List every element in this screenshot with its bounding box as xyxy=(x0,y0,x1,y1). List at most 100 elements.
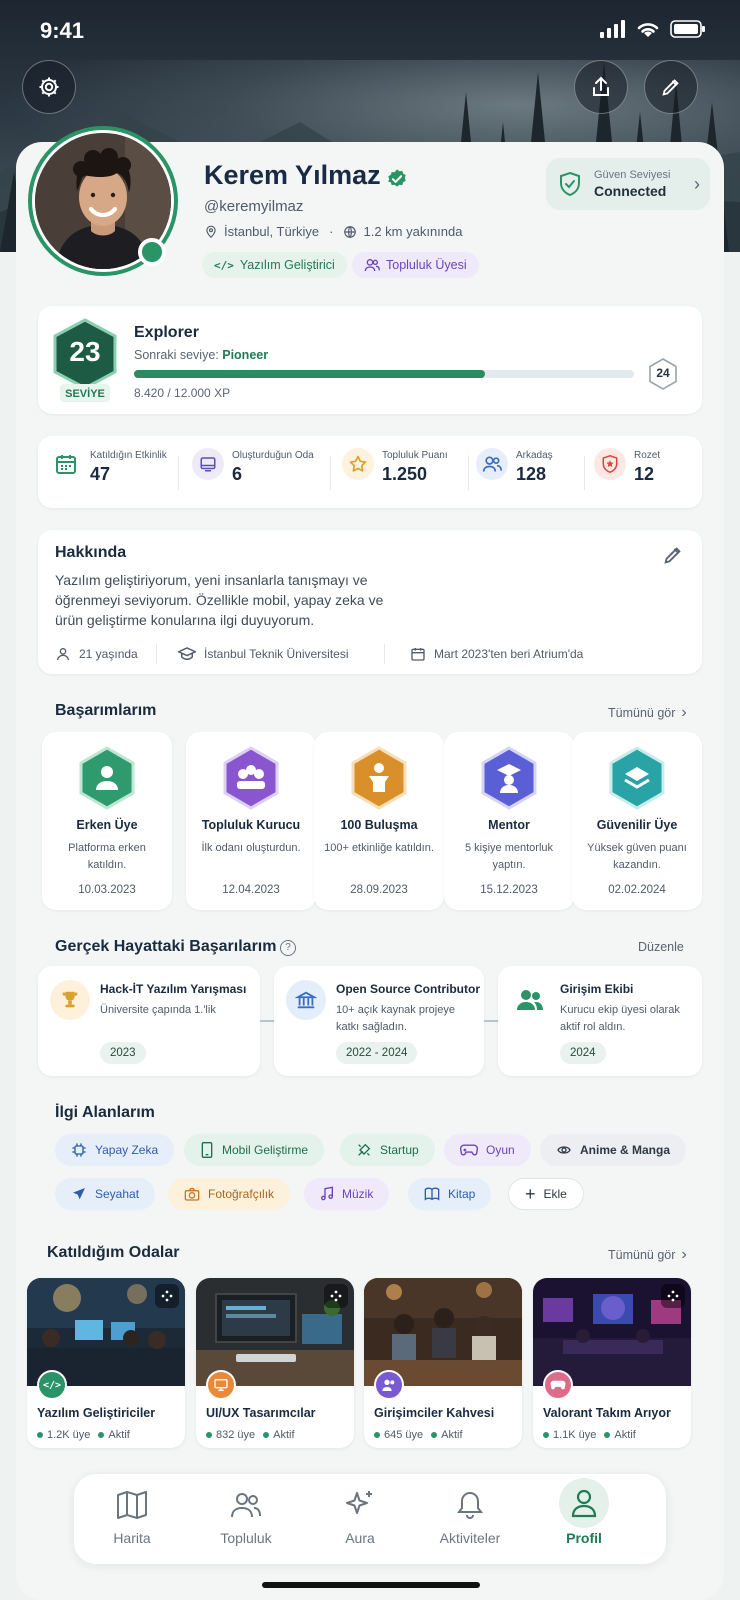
nav-tab-profile[interactable]: Profil xyxy=(534,1478,634,1546)
meta-divider xyxy=(156,644,157,664)
more-icon[interactable] xyxy=(661,1284,685,1308)
achievement-desc: 100+ etkinliğe katıldın. xyxy=(324,842,434,854)
interests-title: İlgi Alanlarım xyxy=(55,1104,155,1121)
interest-tag[interactable]: Müzik xyxy=(304,1178,390,1210)
interest-tag[interactable]: Fotoğrafçılık xyxy=(168,1178,291,1210)
map-icon xyxy=(117,1491,147,1519)
real-life-item-desc: Kurucu ekip üyesi olarak aktif rol aldın… xyxy=(560,1004,680,1033)
real-life-item-year: 2023 xyxy=(100,1042,146,1064)
chip-developer[interactable]: </> Yazılım Geliştirici xyxy=(202,252,347,278)
achievement-community-founder[interactable]: Topluluk Kurucu İlk odanı oluşturdun. 12… xyxy=(186,732,316,910)
location-text: İstanbul, Türkiye xyxy=(224,224,320,239)
interest-tag[interactable]: Oyun xyxy=(444,1134,531,1166)
xp-progress-fill xyxy=(134,370,485,378)
timeline-connector xyxy=(260,1020,274,1022)
calendar-icon xyxy=(50,448,82,480)
settings-button[interactable] xyxy=(22,60,76,114)
stat-label: Rozet xyxy=(634,450,661,461)
trust-value: Connected xyxy=(594,183,667,199)
room-card[interactable]: </> Yazılım Geliştiriciler 1.2K üye Aktif xyxy=(27,1278,185,1448)
wifi-icon xyxy=(637,23,659,37)
nav-label: Harita xyxy=(113,1530,151,1546)
achievement-desc: Yüksek güven puanı kazandın. xyxy=(587,842,687,871)
interest-tag[interactable]: Seyahat xyxy=(55,1178,156,1210)
interest-label: Mobil Geliştirme xyxy=(222,1143,309,1157)
gamepad-badge-icon xyxy=(543,1370,573,1400)
trust-level-card[interactable]: Güven Seviyesi Connected › xyxy=(546,158,710,210)
friends-icon xyxy=(476,448,508,480)
nav-tab-activities[interactable]: Aktiviteler xyxy=(420,1484,520,1546)
interest-tag[interactable]: Yapay Zeka xyxy=(55,1134,175,1166)
calendar-small-icon xyxy=(411,648,425,661)
profile-icon xyxy=(571,1489,597,1518)
achievement-mentor[interactable]: Mentor 5 kişiye mentorluk yaptın. 15.12.… xyxy=(444,732,574,910)
early-member-icon xyxy=(79,746,135,810)
see-all-label: Tümünü gör xyxy=(608,706,676,720)
nav-tab-community[interactable]: Topluluk xyxy=(196,1484,296,1546)
location-row: İstanbul, Türkiye · 1.2 km yakınında xyxy=(204,224,462,239)
stat-rooms[interactable]: Oluşturduğun Oda 6 xyxy=(192,448,314,485)
interest-tag[interactable]: Kitap xyxy=(408,1178,492,1210)
profile-name: Kerem Yılmaz xyxy=(204,160,381,190)
stat-badges[interactable]: Rozet 12 xyxy=(594,448,660,485)
distance-text: 1.2 km yakınında xyxy=(363,224,463,239)
book-icon xyxy=(424,1187,440,1201)
room-card[interactable]: Girişimciler Kahvesi 645 üye Aktif xyxy=(364,1278,522,1448)
meta-divider xyxy=(384,644,385,664)
room-card[interactable]: UI/UX Tasarımcılar 832 üye Aktif xyxy=(196,1278,354,1448)
room-card[interactable]: Valorant Takım Arıyor 1.1K üye Aktif xyxy=(533,1278,691,1448)
stat-events[interactable]: Katıldığın Etkinlik 47 xyxy=(50,448,167,485)
achievement-100-meetups[interactable]: 100 Buluşma 100+ etkinliğe katıldın. 28.… xyxy=(314,732,444,910)
chevron-right-icon: › xyxy=(694,173,700,194)
bank-icon xyxy=(286,980,326,1020)
person-icon xyxy=(57,648,69,661)
nav-label: Topluluk xyxy=(220,1530,272,1546)
stat-value: 1.250 xyxy=(382,464,428,484)
achievement-desc: İlk odanı oluşturdun. xyxy=(201,842,301,854)
since-text: Mart 2023'ten beri Atrium'da xyxy=(434,647,584,661)
real-life-item-title: Hack-İT Yazılım Yarışması xyxy=(100,982,247,996)
stat-divider xyxy=(584,456,585,490)
room-meta: 1.2K üye Aktif xyxy=(37,1429,130,1441)
more-icon[interactable] xyxy=(155,1284,179,1308)
edit-about-pencil-icon[interactable] xyxy=(662,544,684,566)
rooms-see-all-link[interactable]: Tümünü gör › xyxy=(608,1246,687,1264)
edit-profile-button[interactable] xyxy=(644,60,698,114)
share-button[interactable] xyxy=(574,60,628,114)
real-life-item[interactable]: Open Source Contributor 10+ açık kaynak … xyxy=(274,966,484,1076)
school-text: İstanbul Teknik Üniversitesi xyxy=(204,647,349,661)
room-title: Girişimciler Kahvesi xyxy=(374,1406,495,1420)
stat-community-points[interactable]: Topluluk Puanı 1.250 xyxy=(342,448,448,485)
sparkle-icon xyxy=(346,1491,372,1514)
achievement-title: Topluluk Kurucu xyxy=(201,818,301,832)
status-bar: 9:41 xyxy=(0,0,740,60)
trusted-member-icon xyxy=(609,746,665,810)
info-icon[interactable]: ? xyxy=(280,940,296,956)
more-icon[interactable] xyxy=(324,1284,348,1308)
add-interest-button[interactable]: + Ekle xyxy=(508,1178,584,1210)
room-meta: 832 üye Aktif xyxy=(206,1429,295,1441)
battery-icon xyxy=(670,20,705,38)
real-life-edit-link[interactable]: Düzenle xyxy=(638,940,684,954)
team-icon xyxy=(510,980,550,1020)
community-founder-icon xyxy=(223,746,279,810)
achievement-early-member[interactable]: Erken Üye Platforma erken katıldın. 10.0… xyxy=(42,732,172,910)
achievements-see-all-link[interactable]: Tümünü gör › xyxy=(608,704,687,722)
rooms-title: Katıldığım Odalar xyxy=(47,1244,180,1261)
stat-friends[interactable]: Arkadaş 128 xyxy=(476,448,553,485)
achievement-title: Mentor xyxy=(488,818,530,832)
room-status: Aktif xyxy=(614,1429,636,1441)
achievement-trusted-member[interactable]: Güvenilir Üye Yüksek güven puanı kazandı… xyxy=(572,732,702,910)
chip-community-member[interactable]: Topluluk Üyesi xyxy=(352,252,479,278)
interest-tag[interactable]: Startup xyxy=(340,1134,435,1166)
real-life-item[interactable]: Girişim Ekibi Kurucu ekip üyesi olarak a… xyxy=(498,966,702,1076)
real-life-item-desc: 10+ açık kaynak projeye katkı sağladın. xyxy=(336,1004,455,1033)
people-badge-icon xyxy=(374,1370,404,1400)
interest-label: Yapay Zeka xyxy=(95,1143,159,1157)
interest-tag[interactable]: Anime & Manga xyxy=(540,1134,687,1166)
room-title: Valorant Takım Arıyor xyxy=(543,1406,671,1420)
nav-tab-map[interactable]: Harita xyxy=(82,1484,182,1546)
real-life-item[interactable]: Hack-İT Yazılım Yarışması Üniversite çap… xyxy=(38,966,260,1076)
interest-tag[interactable]: Mobil Geliştirme xyxy=(184,1134,325,1166)
nav-tab-aura[interactable]: Aura xyxy=(310,1484,410,1546)
